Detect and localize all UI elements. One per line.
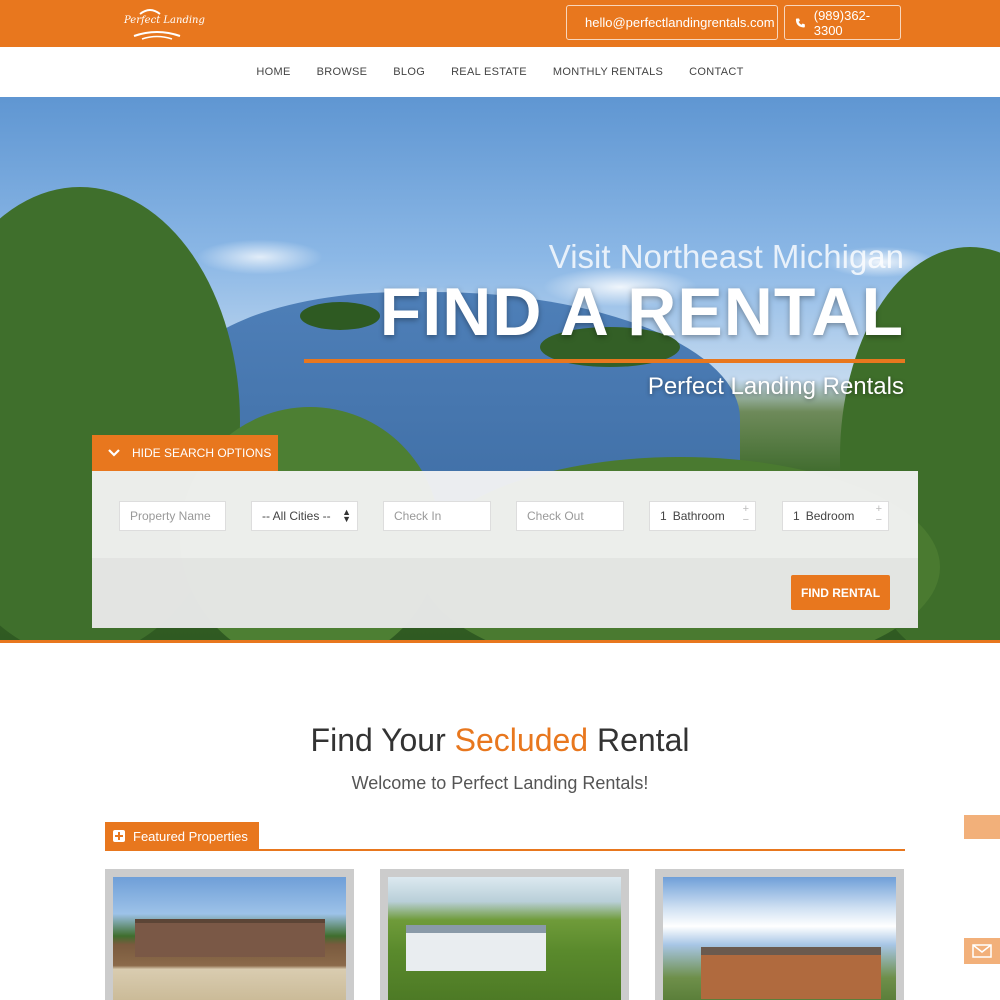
phone-button[interactable]: (989)362-3300: [784, 5, 901, 40]
nav-item-real-estate[interactable]: REAL ESTATE: [438, 66, 540, 78]
welcome-title: Find Your Secluded Rental: [0, 722, 1000, 759]
featured-properties-heading: Featured Properties: [105, 822, 259, 850]
welcome-title-accent: Secluded: [454, 722, 589, 758]
check-out-input[interactable]: Check Out: [516, 501, 624, 531]
nav-item-home[interactable]: HOME: [243, 66, 303, 78]
nav-item-monthly-rentals[interactable]: MONTHLY RENTALS: [540, 66, 676, 78]
nav-item-blog[interactable]: BLOG: [380, 66, 438, 78]
stepper-plus-minus-icon[interactable]: + −: [876, 504, 882, 526]
property-photo: [663, 877, 896, 1000]
hero-banner: Visit Northeast Michigan FIND A RENTAL P…: [0, 97, 1000, 640]
property-photo: [388, 877, 621, 1000]
featured-properties-label: Featured Properties: [133, 828, 248, 844]
property-card[interactable]: [380, 869, 629, 1000]
bathroom-value: 1: [660, 509, 667, 523]
house-image: [406, 925, 546, 971]
featured-divider: [105, 849, 905, 851]
welcome-title-end: Rental: [588, 722, 690, 758]
chevron-down-icon: [108, 449, 120, 457]
property-card[interactable]: [105, 869, 354, 1000]
building-image: [135, 919, 325, 957]
side-contact-tab[interactable]: [964, 938, 1000, 964]
search-panel: Property Name -- All Cities -- ▲ ▼ Check …: [92, 471, 918, 558]
hero-divider: [304, 359, 905, 363]
bathroom-label: Bathroom: [672, 509, 725, 523]
bedroom-stepper[interactable]: 1 Bedroom + −: [782, 501, 889, 531]
envelope-icon: [972, 944, 992, 958]
city-select-value: -- All Cities --: [262, 509, 331, 523]
hero-subtitle: Visit Northeast Michigan: [548, 238, 904, 275]
hero-tagline: Perfect Landing Rentals: [647, 373, 904, 400]
phone-number: (989)362-3300: [813, 7, 871, 38]
hide-search-options-toggle[interactable]: HIDE SEARCH OPTIONS: [92, 435, 278, 471]
bathroom-stepper[interactable]: 1 Bathroom + −: [649, 501, 756, 531]
welcome-title-start: Find Your: [310, 722, 455, 758]
bedroom-value: 1: [793, 509, 800, 523]
hero-bottom-border: [0, 640, 1000, 643]
property-photo: [113, 877, 346, 1000]
house-image: [701, 947, 881, 999]
side-widget-tab[interactable]: [964, 815, 1000, 839]
bedroom-label: Bedroom: [805, 509, 855, 523]
phone-icon: [795, 18, 805, 27]
email-button[interactable]: hello@perfectlandingrentals.com: [566, 5, 778, 40]
nav-item-browse[interactable]: BROWSE: [304, 66, 381, 78]
property-card[interactable]: [655, 869, 904, 1000]
nav-item-contact[interactable]: CONTACT: [676, 66, 756, 78]
email-address: hello@perfectlandingrentals.com: [585, 15, 775, 30]
check-in-input[interactable]: Check In: [383, 501, 491, 531]
hero-island-image: [300, 302, 380, 330]
logo-text: Perfect Landing: [124, 15, 205, 26]
hero-title: FIND A RENTAL: [379, 274, 904, 350]
main-nav: HOME BROWSE BLOG REAL ESTATE MONTHLY REN…: [0, 47, 1000, 97]
top-bar: Perfect Landing hello@perfectlandingrent…: [0, 0, 1000, 47]
stepper-plus-minus-icon[interactable]: + −: [743, 504, 749, 526]
logo[interactable]: Perfect Landing: [120, 6, 205, 42]
welcome-subtitle: Welcome to Perfect Landing Rentals!: [351, 773, 649, 793]
search-footer: FIND RENTAL: [92, 558, 918, 628]
property-name-input[interactable]: Property Name: [119, 501, 226, 531]
select-arrows-icon: ▲ ▼: [342, 507, 351, 524]
hide-search-options-label: HIDE SEARCH OPTIONS: [132, 446, 272, 460]
city-select[interactable]: -- All Cities -- ▲ ▼: [251, 501, 358, 531]
plus-icon: [113, 830, 125, 842]
find-rental-button[interactable]: FIND RENTAL: [791, 575, 890, 610]
